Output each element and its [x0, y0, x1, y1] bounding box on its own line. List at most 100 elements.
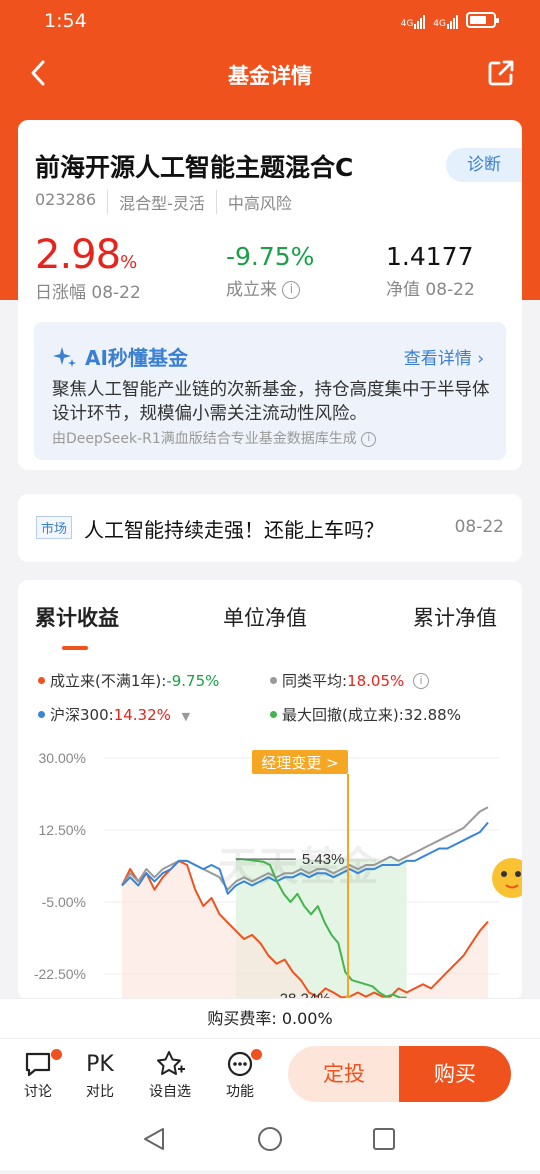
daily-change-unit: % [120, 252, 137, 273]
battery-icon [466, 12, 499, 28]
share-icon[interactable] [486, 58, 516, 88]
nav-value: 1.4177 [386, 242, 474, 271]
ai-source-text: 由DeepSeek-R1满血版结合专业基金数据库生成 [52, 431, 357, 447]
system-nav-bar [0, 1110, 540, 1170]
return-chart[interactable]: 30.00%12.50%-5.00%-22.50%天天基金5.43%-28.24… [18, 740, 522, 1000]
info-icon[interactable]: i [282, 281, 301, 299]
mascot-eye [501, 871, 507, 877]
news-date: 08-22 [454, 517, 504, 537]
diagnose-button[interactable]: 诊断 [446, 148, 522, 182]
legend-dot [270, 711, 277, 718]
notification-dot [51, 1049, 62, 1060]
pk-icon: PK [86, 1051, 114, 1077]
legend-peer-label: 同类平均: [282, 672, 348, 690]
chat-icon [8, 1047, 68, 1081]
news-card[interactable]: 市场 人工智能持续走强！还能上车吗？ 08-22 [18, 494, 522, 562]
star-plus-icon [140, 1047, 200, 1081]
news-tag: 市场 [36, 516, 73, 539]
tab-cumulative-nav[interactable]: 累计净值 [413, 602, 497, 632]
ai-title: AI秒懂基金 [52, 342, 188, 371]
daily-change-value: 2.98 [35, 232, 121, 278]
nav-metric: 1.4177 净值 08-22 [386, 242, 475, 300]
purchase-fee-bar: 购买费率: 0.00% [0, 998, 540, 1038]
nav-label: 净值 08-22 [386, 280, 475, 300]
info-icon[interactable]: i [361, 432, 377, 447]
features-button[interactable]: 功能 [210, 1047, 270, 1101]
signal-label: 4G [400, 19, 414, 29]
recents-nav-icon[interactable] [373, 1128, 395, 1150]
legend-fund: 成立来(不满1年):-9.75% [38, 670, 219, 691]
legend-peer-value: 18.05% [347, 672, 405, 690]
status-time: 1:54 [44, 10, 87, 32]
status-icons: 4G 4G [401, 11, 499, 29]
legend-index[interactable]: 沪深300:14.32% ▼ [38, 704, 190, 725]
fund-summary-card: 前海开源人工智能主题混合C 诊断 023286 混合型-灵活 中高风险 2.98… [18, 120, 522, 470]
dropdown-arrow-icon[interactable]: ▼ [182, 710, 190, 723]
page-title: 基金详情 [228, 64, 312, 88]
ai-source: 由DeepSeek-R1满血版结合专业基金数据库生成 i [52, 428, 377, 448]
legend-index-label: 沪深300: [50, 706, 114, 724]
legend-dot [38, 711, 45, 718]
y-tick-label: -5.00% [42, 894, 86, 910]
ai-more-link[interactable]: 查看详情 › [404, 344, 484, 369]
ai-summary-box[interactable]: AI秒懂基金 查看详情 › 聚焦人工智能产业链的次新基金，持仓高度集中于半导体设… [34, 322, 506, 460]
ai-title-text: AI秒懂基金 [84, 346, 188, 370]
mascot-icon [492, 858, 522, 898]
bottom-action-bar: 讨论 PK 对比 设自选 功能 定投 购买 [0, 1038, 540, 1110]
legend-dot [270, 677, 277, 684]
fund-risk: 中高风险 [215, 190, 303, 214]
legend-fund-label: 成立来(不满1年): [50, 672, 167, 690]
daily-change-label: 日涨幅 08-22 [35, 283, 141, 303]
signal-label: 4G [433, 19, 446, 29]
since-inception-value: -9.75% [226, 242, 315, 271]
daily-change-metric: 2.98% 日涨幅 08-22 [35, 232, 141, 303]
home-nav-icon[interactable] [258, 1127, 282, 1151]
fund-type: 混合型-灵活 [107, 190, 216, 214]
auto-invest-button[interactable]: 定投 [288, 1046, 400, 1102]
fund-code: 023286 [35, 190, 97, 209]
chart-tabs: 累计收益 单位净值 累计净值 [18, 602, 522, 650]
legend-fund-value: -9.75% [166, 672, 220, 690]
legend-drawdown: 最大回撤(成立来):32.88% [270, 704, 461, 725]
legend-peer: 同类平均:18.05% i [270, 670, 430, 691]
compare-button[interactable]: PK 对比 [70, 1047, 130, 1101]
tab-unit-nav[interactable]: 单位净值 [223, 602, 307, 632]
signal-icon: 4G [401, 11, 426, 29]
fund-name: 前海开源人工智能主题混合C [35, 153, 354, 182]
discuss-button[interactable]: 讨论 [8, 1047, 68, 1101]
peak-label: 5.43% [302, 851, 345, 868]
fee-value: 0.00% [281, 1009, 333, 1028]
sparkle-icon [53, 347, 76, 367]
fund-tags: 023286 混合型-灵活 中高风险 [35, 190, 303, 214]
tab-underline [62, 646, 88, 650]
legend-index-value: 14.32% [113, 706, 171, 724]
since-inception-metric: -9.75% 成立来 i [226, 242, 314, 300]
features-label: 功能 [226, 1084, 254, 1100]
add-watchlist-button[interactable]: 设自选 [140, 1047, 200, 1101]
buy-button[interactable]: 购买 [399, 1046, 511, 1102]
signal-icon: 4G [433, 11, 458, 29]
discuss-label: 讨论 [24, 1084, 52, 1100]
fee-label: 购买费率: [207, 1009, 277, 1028]
tab-cumulative-return[interactable]: 累计收益 [35, 602, 119, 632]
legend-drawdown-label: 最大回撤(成立来): [282, 706, 404, 724]
notification-dot [251, 1049, 262, 1060]
info-icon[interactable]: i [413, 673, 430, 689]
back-nav-icon[interactable] [144, 1128, 164, 1150]
mascot-eye [515, 871, 521, 877]
status-bar: 1:54 4G 4G [0, 0, 540, 42]
legend-dot [38, 677, 45, 684]
y-tick-label: 12.50% [39, 822, 86, 838]
watch-label: 设自选 [149, 1084, 191, 1100]
manager-change-label: 经理变更 > [261, 754, 338, 772]
compare-label: 对比 [86, 1084, 114, 1100]
since-inception-label: 成立来 [226, 280, 277, 300]
news-title: 人工智能持续走强！还能上车吗？ [84, 518, 384, 542]
y-tick-label: -22.50% [34, 966, 86, 982]
y-tick-label: 30.00% [39, 750, 86, 766]
performance-chart-card: 累计收益 单位净值 累计净值 成立来(不满1年):-9.75% 同类平均:18.… [18, 580, 522, 1000]
more-icon [210, 1047, 270, 1081]
legend-drawdown-value: 32.88% [403, 706, 461, 724]
nav-bar: 基金详情 [0, 50, 540, 96]
ai-summary-text: 聚焦人工智能产业链的次新基金，持仓高度集中于半导体设计环节，规模偏小需关注流动性… [52, 380, 490, 424]
